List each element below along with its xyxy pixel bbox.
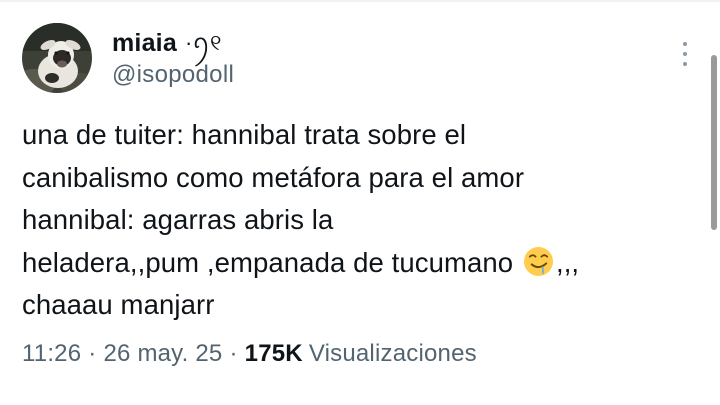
- meta-separator: ·: [229, 340, 238, 367]
- tweet-date[interactable]: 26 may. 25: [103, 340, 222, 368]
- drooling-face-emoji: [523, 246, 553, 276]
- tweet-line: canibalismo como metáfora para el amor: [22, 161, 525, 193]
- calf-photo-avatar: [22, 23, 92, 93]
- tweet-line-with-emoji: heladera,,pum ,empanada de tucumano ,,,: [22, 242, 702, 285]
- views-count[interactable]: 175K: [245, 340, 303, 368]
- top-divider: [0, 0, 720, 2]
- tweet-text: una de tuiter: hannibal trata sobre el c…: [22, 114, 702, 327]
- user-handle[interactable]: @isopodoll: [112, 61, 234, 89]
- tweet-time[interactable]: 11:26: [22, 340, 81, 368]
- views-label[interactable]: Visualizaciones: [309, 340, 477, 368]
- avatar[interactable]: [22, 23, 92, 93]
- tweet-line: una de tuiter: hannibal trata sobre el: [22, 119, 467, 150]
- tweet-line: heladera,,pum ,empanada de tucumano: [22, 246, 514, 278]
- name-decoration: ·ꪆ୧: [184, 30, 222, 55]
- scrollbar[interactable]: [711, 55, 717, 230]
- more-options-button[interactable]: [676, 40, 694, 68]
- meta-separator: ·: [88, 340, 97, 367]
- tweet-line: chaaau manjarr: [22, 289, 215, 320]
- display-name[interactable]: miaia: [112, 29, 177, 58]
- tweet-line: hannibal: agarras abris la: [22, 204, 334, 235]
- tweet-line-suffix: ,,,: [555, 246, 580, 278]
- tweet-metadata: 11:26 · 26 may. 25 · 175K Visualizacione…: [22, 340, 477, 368]
- vertical-ellipsis-icon: [683, 42, 687, 46]
- tweet-author[interactable]: miaia ·ꪆ୧ @isopodoll: [112, 27, 234, 89]
